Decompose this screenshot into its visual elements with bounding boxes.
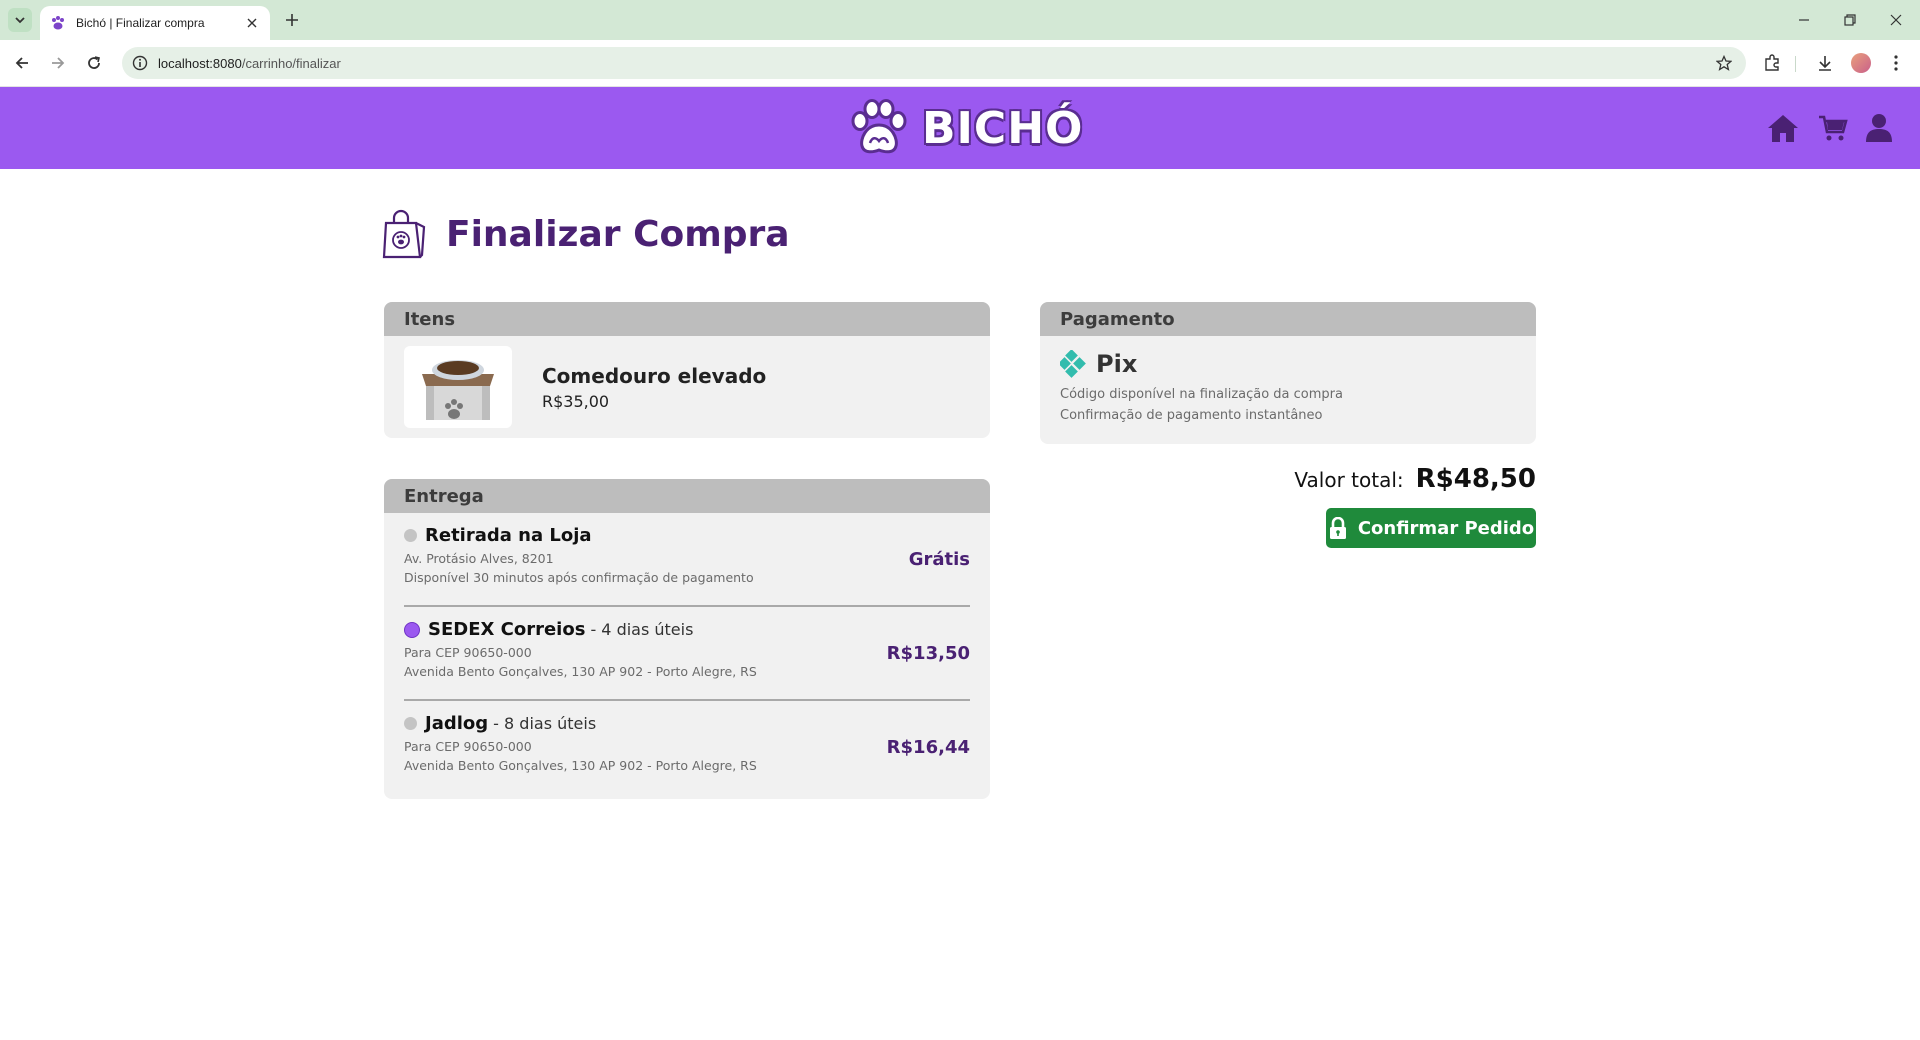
shipping-detail: Disponível 30 minutos após confirmação d… (404, 570, 754, 585)
shipping-option-pickup[interactable]: Retirada na Loja Av. Protásio Alves, 820… (404, 513, 970, 607)
list-item: Comedouro elevado R$35,00 (384, 336, 990, 438)
browser-toolbar: localhost:8080/carrinho/finalizar (0, 40, 1920, 87)
item-name: Comedouro elevado (542, 363, 767, 388)
back-icon[interactable] (10, 51, 34, 75)
shipping-name: Jadlog (425, 713, 489, 734)
confirm-order-button[interactable]: Confirmar Pedido (1326, 508, 1536, 548)
toolbar-divider (1795, 56, 1796, 72)
home-icon[interactable] (1766, 111, 1800, 145)
paw-favicon-icon (52, 16, 64, 30)
payment-desc-line: Confirmação de pagamento instantâneo (1060, 408, 1323, 423)
site-info-icon[interactable] (132, 55, 148, 71)
bookmark-star-icon[interactable] (1716, 55, 1732, 71)
shipping-price: R$13,50 (886, 643, 970, 664)
pix-icon (1060, 350, 1086, 378)
shipping-option-sedex[interactable]: SEDEX Correios - 4 dias úteis Para CEP 9… (404, 607, 970, 701)
restore-icon[interactable] (1840, 10, 1860, 30)
shipping-price: R$16,44 (886, 737, 970, 758)
minimize-icon[interactable] (1794, 10, 1814, 30)
shipping-cep: Para CEP 90650-000 (404, 645, 532, 660)
payment-heading: Pagamento (1040, 302, 1536, 336)
browser-menu-icon[interactable] (1886, 53, 1906, 73)
radio-button[interactable] (404, 717, 417, 730)
order-total: Valor total: R$48,50 (1294, 464, 1536, 494)
radio-button-selected[interactable] (404, 621, 420, 638)
total-label: Valor total: (1294, 468, 1404, 492)
cart-icon[interactable] (1816, 111, 1850, 145)
browser-tab[interactable]: Bichó | Finalizar compra (40, 6, 270, 40)
extensions-icon[interactable] (1762, 53, 1782, 73)
lock-icon (1329, 517, 1346, 539)
payment-method: Pix (1096, 350, 1138, 378)
logo-text: BICHÓ (922, 102, 1084, 154)
browser-tab-strip: Bichó | Finalizar compra (0, 0, 1920, 40)
confirm-order-label: Confirmar Pedido (1357, 517, 1535, 539)
page-title-area: Finalizar Compra (382, 206, 790, 262)
shipping-price: Grátis (908, 549, 970, 570)
user-icon[interactable] (1862, 111, 1896, 145)
total-value: R$48,50 (1415, 464, 1536, 494)
shipping-days: - 4 dias úteis (590, 620, 694, 639)
payment-desc-line: Código disponível na finalização da comp… (1060, 387, 1343, 402)
reload-icon[interactable] (82, 51, 106, 75)
tab-search-icon[interactable] (8, 8, 32, 32)
close-tab-icon[interactable] (244, 15, 260, 31)
payment-description: Código disponível na finalização da comp… (1040, 384, 1536, 426)
shopping-bag-icon (382, 209, 426, 259)
close-window-icon[interactable] (1886, 10, 1906, 30)
shipping-address: Av. Protásio Alves, 8201 (404, 551, 554, 566)
page-title: Finalizar Compra (446, 213, 790, 255)
address-bar[interactable]: localhost:8080/carrinho/finalizar (122, 47, 1746, 79)
delivery-card: Entrega Retirada na Loja Av. Protásio Al… (384, 479, 990, 799)
download-icon[interactable] (1815, 53, 1835, 73)
item-info: Comedouro elevado R$35,00 (542, 364, 766, 411)
shipping-address: Avenida Bento Gonçalves, 130 AP 902 - Po… (404, 758, 757, 773)
url-text: localhost:8080/carrinho/finalizar (158, 55, 341, 71)
radio-button[interactable] (404, 529, 417, 542)
delivery-heading: Entrega (384, 479, 990, 513)
shipping-name: Retirada na Loja (425, 525, 592, 546)
items-heading: Itens (384, 302, 990, 336)
shipping-option-jadlog[interactable]: Jadlog - 8 dias úteis Para CEP 90650-000… (404, 701, 970, 795)
product-image[interactable] (404, 346, 512, 428)
profile-avatar[interactable] (1851, 53, 1871, 73)
items-card: Itens Comedouro elevado R$35,00 (384, 302, 990, 438)
site-logo[interactable]: BICHÓ (848, 95, 1083, 161)
shipping-name: SEDEX Correios (428, 619, 586, 640)
shipping-days: - 8 dias úteis (493, 714, 597, 733)
tab-title: Bichó | Finalizar compra (76, 16, 205, 30)
shipping-cep: Para CEP 90650-000 (404, 739, 532, 754)
forward-icon[interactable] (46, 51, 70, 75)
site-header: BICHÓ (0, 87, 1920, 169)
shipping-address: Avenida Bento Gonçalves, 130 AP 902 - Po… (404, 664, 757, 679)
payment-card: Pagamento Pix Código disponível na final… (1040, 302, 1536, 444)
item-price: R$35,00 (542, 391, 610, 411)
paw-logo-icon (851, 99, 907, 154)
new-tab-icon[interactable] (282, 10, 302, 30)
